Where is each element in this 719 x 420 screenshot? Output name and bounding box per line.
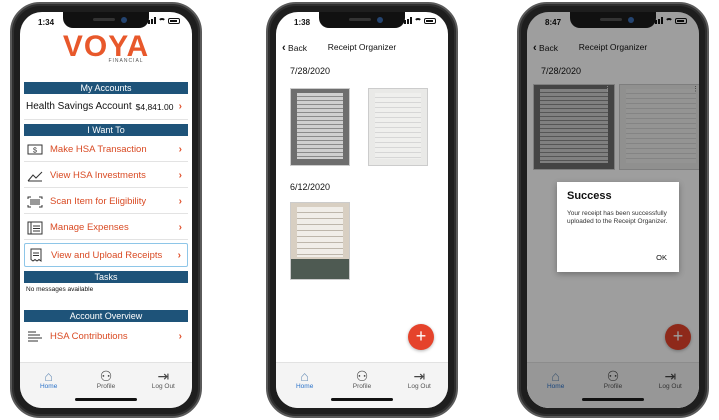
chevron-right-icon: › [178,170,182,181]
home-indicator [331,398,393,401]
my-accounts-header: My Accounts [24,82,188,94]
date-heading: 7/28/2020 [290,66,331,76]
receipt-background [291,259,349,279]
success-screen: 8:47 ‹ Back Receipt Organizer 7/28/2020 … [527,12,699,408]
receipt-image [297,93,343,159]
tab-profile[interactable]: ⚇ Profile [86,369,126,408]
menu-make-hsa-transaction[interactable]: $ Make HSA Transaction › [24,138,188,162]
receipt-thumbnail[interactable] [368,88,428,166]
svg-text:$: $ [33,148,37,155]
account-balance: $4,841.00 [135,101,174,112]
chevron-right-icon: › [178,196,182,207]
notch [319,12,405,28]
phone-receipt-organizer: 1:38 ‹ Back Receipt Organizer 7/28/2020 … [266,2,458,418]
home-indicator [582,398,644,401]
tab-bar: ⌂ Home ⚇ Profile ⇥ Log Out [20,362,192,408]
tab-logout[interactable]: ⇥ Log Out [399,369,439,408]
menu-label: Make HSA Transaction [50,144,147,155]
tasks-header: Tasks [24,271,188,283]
menu-manage-expenses[interactable]: Manage Expenses › [24,216,188,240]
tab-home[interactable]: ⌂ Home [29,369,69,408]
menu-scan-item[interactable]: Scan Item for Eligibility › [24,190,188,214]
receipt-icon [27,248,45,262]
home-screen: 1:34 VOYA FINANCIAL My Accounts Health S… [20,12,192,408]
menu-label: View HSA Investments [50,170,146,181]
tab-label: Home [295,383,314,390]
hsa-contributions-row[interactable]: HSA Contributions › [24,324,188,348]
chevron-right-icon: › [178,330,182,342]
logout-icon: ⇥ [413,368,426,384]
notch [63,12,149,28]
receipt-thumbnail[interactable] [290,88,350,166]
tasks-message: No messages available [26,286,94,293]
home-indicator [75,398,137,401]
chevron-right-icon: › [178,222,182,233]
nav-bar: ‹ Back Receipt Organizer [276,38,448,58]
add-receipt-button[interactable]: + [408,324,434,350]
bar-chart-icon [26,329,44,343]
battery-icon [168,17,180,24]
battery-icon [424,17,436,24]
dialog-title: Success [567,190,612,202]
menu-label: View and Upload Receipts [51,249,163,261]
home-icon: ⌂ [44,368,53,384]
home-icon: ⌂ [300,368,309,384]
tab-profile[interactable]: ⚇ Profile [342,369,382,408]
line-graph-icon [26,169,44,183]
dialog-message: Your receipt has been successfully uploa… [567,210,668,225]
tab-home[interactable]: ⌂ Home [285,369,325,408]
status-time: 1:38 [294,18,311,27]
barcode-icon [26,195,44,209]
page-title: Receipt Organizer [327,42,397,52]
dollar-bill-icon: $ [26,143,44,157]
tab-logout[interactable]: ⇥ Log Out [143,369,183,408]
success-dialog: Success Your receipt has been successful… [557,182,679,272]
plus-icon: + [415,326,427,346]
wifi-icon [158,17,166,24]
receipt-image [375,93,421,159]
receipt-screen: 1:38 ‹ Back Receipt Organizer 7/28/2020 … [276,12,448,408]
list-icon [26,221,44,235]
menu-view-upload-receipts[interactable]: View and Upload Receipts › [24,243,188,267]
receipt-image [297,207,343,257]
logout-icon: ⇥ [157,368,170,384]
notch [570,12,656,28]
chevron-right-icon: › [178,144,182,155]
date-heading: 6/12/2020 [290,182,331,192]
tab-label: Home [39,383,58,390]
menu-label: Manage Expenses [50,222,129,233]
tab-label: Log Out [407,383,431,390]
tab-label: Log Out [151,383,175,390]
receipt-thumbnail[interactable] [290,202,350,280]
phone-upload-success: 8:47 ‹ Back Receipt Organizer 7/28/2020 … [517,2,709,418]
chevron-right-icon: › [178,101,182,112]
chevron-right-icon: › [177,249,181,261]
tab-label: Profile [96,383,116,390]
menu-label: HSA Contributions [50,330,128,342]
i-want-to-header: I Want To [24,124,188,136]
phone-home: 1:34 VOYA FINANCIAL My Accounts Health S… [10,2,202,418]
wifi-icon [414,17,422,24]
account-label: Health Savings Account [26,101,132,112]
profile-icon: ⚇ [99,368,113,384]
tab-label: Profile [352,383,372,390]
menu-label: Scan Item for Eligibility [50,196,147,207]
status-time: 1:34 [38,18,55,27]
voya-logo: VOYA FINANCIAL [20,32,192,65]
profile-icon: ⚇ [355,368,369,384]
menu-view-hsa-investments[interactable]: View HSA Investments › [24,164,188,188]
ok-button[interactable]: OK [656,253,667,262]
account-overview-header: Account Overview [24,310,188,322]
account-row[interactable]: Health Savings Account $4,841.00 › [24,94,188,120]
tab-bar: ⌂ Home ⚇ Profile ⇥ Log Out [276,362,448,408]
